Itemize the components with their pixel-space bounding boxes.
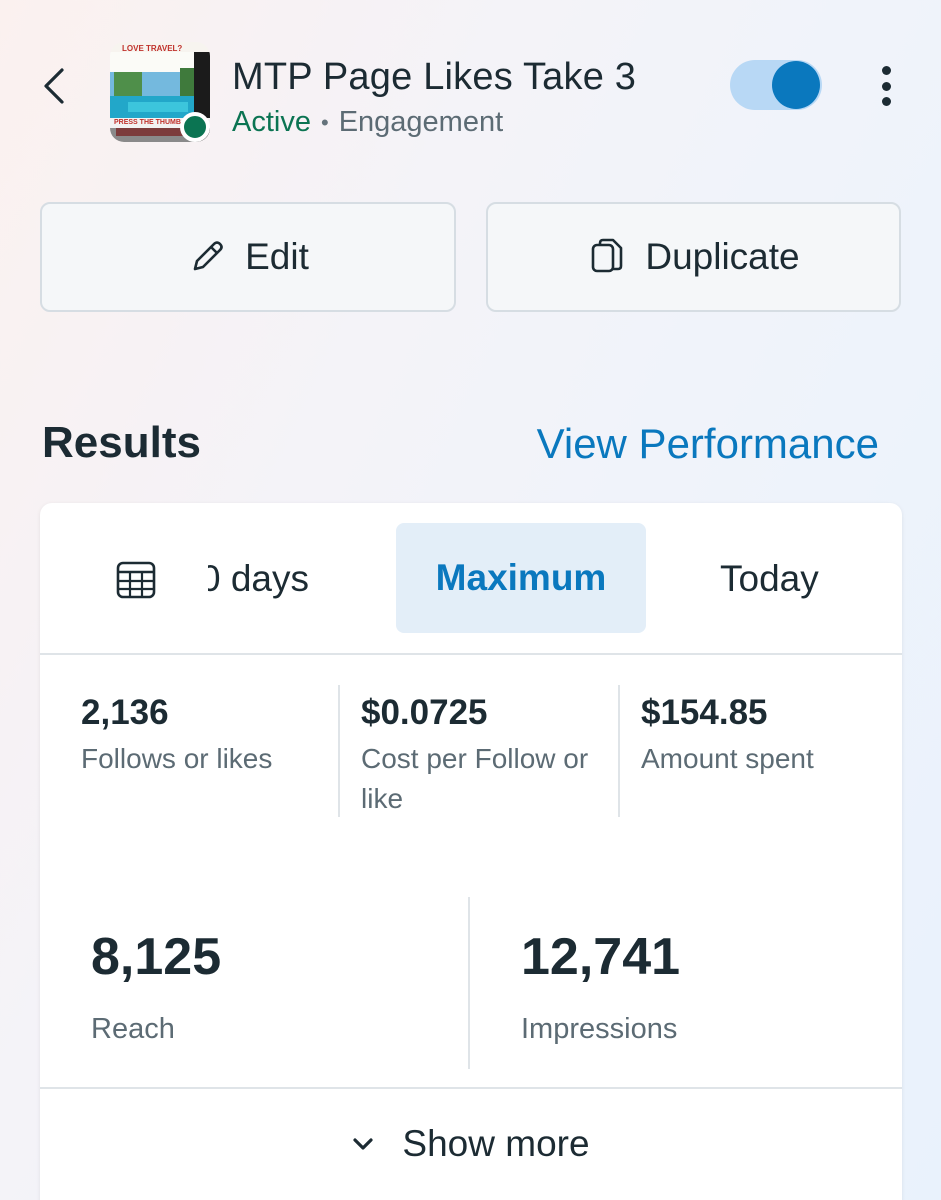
show-more-button[interactable]: Show more: [40, 1089, 902, 1199]
edit-label: Edit: [245, 236, 309, 277]
tab-last-days[interactable]: 0 days: [208, 558, 368, 600]
tab-today[interactable]: Today: [720, 558, 819, 600]
cost-per-follow-label: Cost per Follow or like: [361, 743, 589, 814]
objective-text: Engagement: [338, 106, 504, 138]
campaign-toggle[interactable]: [730, 60, 822, 110]
chevron-left-icon: [44, 68, 64, 104]
metric-divider: [618, 685, 620, 817]
toggle-knob: [772, 61, 820, 109]
results-card: 0 days Maximum Today 2,136 Follows or li…: [40, 503, 902, 1200]
ad-thumbnail: LOVE TRAVEL? PRESS THE THUMB: [110, 42, 210, 142]
impressions-value: 12,741: [521, 928, 681, 986]
duplicate-button[interactable]: Duplicate: [486, 202, 901, 312]
tab-maximum-label: Maximum: [435, 557, 607, 598]
duplicate-label: Duplicate: [645, 236, 800, 277]
view-performance-link[interactable]: View Performance: [537, 420, 879, 468]
show-more-label: Show more: [402, 1123, 590, 1164]
more-dot-icon: [881, 66, 891, 75]
more-dot-icon: [881, 97, 891, 106]
follows-label: Follows or likes: [81, 743, 273, 774]
impressions-label: Impressions: [521, 1013, 678, 1045]
cost-per-follow-value: $0.0725: [361, 693, 488, 732]
back-button[interactable]: [36, 64, 72, 108]
tab-maximum[interactable]: Maximum: [396, 523, 646, 633]
tab-days-label: 0 days: [208, 558, 310, 599]
more-dot-icon: [881, 81, 891, 91]
thumbnail-top-text: LOVE TRAVEL?: [122, 44, 183, 53]
reach-value: 8,125: [91, 928, 222, 986]
campaign-subtitle: Active • Engagement: [232, 106, 503, 139]
status-text: Active: [232, 106, 311, 138]
pencil-icon: [193, 241, 223, 271]
edit-button[interactable]: Edit: [40, 202, 456, 312]
subtitle-separator: •: [320, 109, 329, 135]
amount-spent-label: Amount spent: [641, 743, 814, 774]
duplicate-icon: [592, 238, 623, 273]
metric-divider: [468, 897, 470, 1069]
more-options-button[interactable]: [866, 62, 906, 110]
results-heading: Results: [42, 418, 201, 467]
amount-spent-value: $154.85: [641, 693, 768, 732]
follows-value: 2,136: [81, 693, 169, 732]
calendar-icon[interactable]: [114, 558, 158, 602]
date-range-tabs: 0 days Maximum Today: [40, 503, 902, 655]
campaign-title: MTP Page Likes Take 3: [232, 56, 637, 98]
chevron-down-icon: [353, 1138, 374, 1150]
active-status-dot: [180, 112, 210, 142]
reach-label: Reach: [91, 1013, 175, 1045]
metric-divider: [338, 685, 340, 817]
